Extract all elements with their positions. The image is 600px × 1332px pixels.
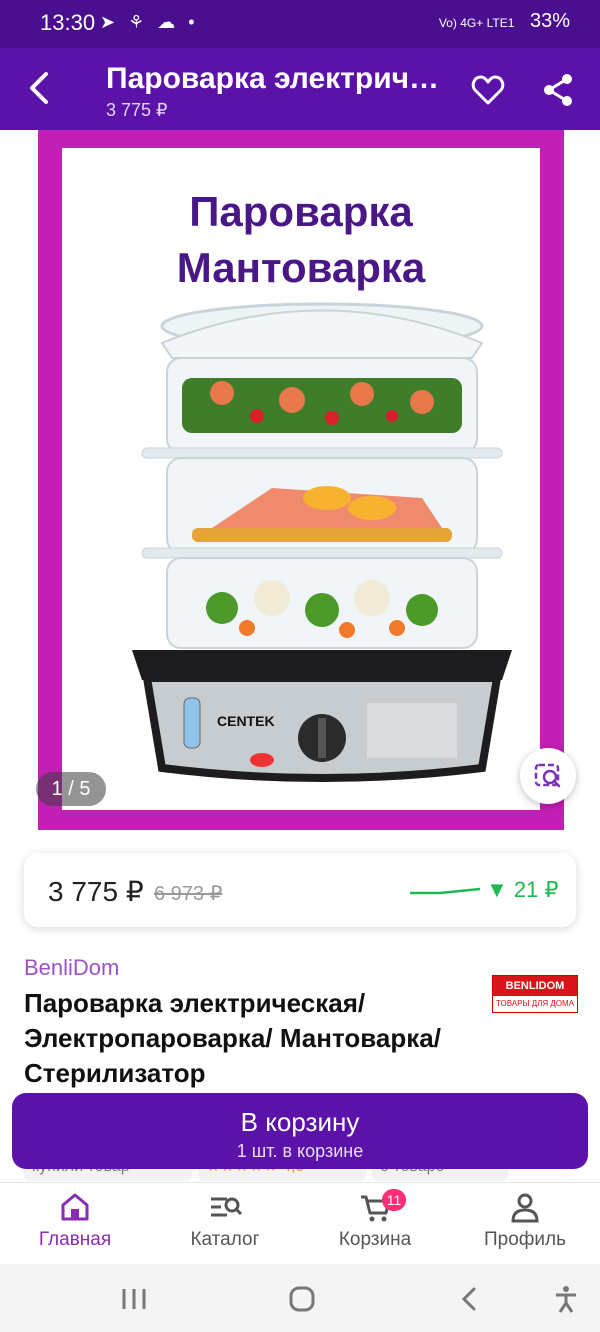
brand-link[interactable]: BenliDom [24,955,119,981]
product-title: Пароварка электрическая/ Электропароварк… [24,988,441,1088]
nav-profile-label: Профиль [483,1229,567,1250]
image-counter: 1 / 5 [36,772,106,806]
nav-home[interactable]: Главная [0,1183,150,1265]
price-trend-sparkline [410,887,480,895]
product-image[interactable]: Пароварка Мантоварка CENTEK [38,130,564,830]
battery-level: 33% [529,10,570,32]
nav-catalog[interactable]: Каталог [150,1183,300,1265]
image-search-icon [534,763,561,788]
back-arrow-icon [30,72,48,104]
nav-cart-label: Корзина [338,1229,412,1250]
nav-cart[interactable]: 11 Корзина [300,1183,450,1265]
notification-icons: ➤ ⚘ ☁ • [100,12,199,32]
status-right: Vo) 4G+ LTE1 33% [439,10,570,33]
cart-count-badge: 11 [382,1189,406,1211]
price-card[interactable]: 3 775 ₽ 6 973 ₽ ▼ 21 ₽ [24,853,576,927]
home-system-icon[interactable] [288,1285,316,1313]
system-navigation-bar [0,1264,600,1332]
share-button[interactable] [540,72,576,108]
product-gallery[interactable]: Пароварка Мантоварка CENTEK 1 / 5 [0,130,600,842]
add-to-cart-label: В корзину [240,1107,360,1137]
page-title: Пароварка электрич… [106,62,440,95]
status-time: 13:30 [40,10,96,35]
favorite-button[interactable] [470,72,506,108]
visual-search-button[interactable] [520,748,576,804]
header-price: 3 775 ₽ [106,100,168,120]
brand-logo[interactable]: BENLIDOM ТОВАРЫ ДЛЯ ДОМА [492,975,578,1013]
nav-home-label: Главная [38,1229,112,1250]
svg-text:CENTEK: CENTEK [217,713,275,729]
home-icon [61,1193,89,1221]
catalog-search-icon [211,1197,243,1217]
cart-quantity-text: 1 шт. в корзине [236,1141,364,1161]
back-button[interactable] [22,66,62,110]
nav-profile[interactable]: Профиль [450,1183,600,1265]
add-to-cart-button[interactable]: В корзину 1 шт. в корзине [12,1093,588,1169]
price-change: ▼ 21 ₽ [486,877,559,902]
bottom-navigation: Главная Каталог 11 Корзина Профиль [0,1182,600,1265]
share-icon [544,74,572,106]
back-system-icon[interactable] [456,1286,484,1312]
nav-catalog-label: Каталог [190,1229,260,1250]
brand-logo-tagline: ТОВАРЫ ДЛЯ ДОМА [495,999,575,1008]
accessibility-icon[interactable] [552,1284,580,1314]
steamer-illustration: CENTEK [132,302,512,782]
brand-logo-name: BENLIDOM [493,976,577,996]
old-price: 6 973 ₽ [154,883,223,905]
product-image-card: Пароварка Мантоварка CENTEK [62,148,540,810]
recent-apps-icon[interactable] [120,1286,148,1312]
app-header: Пароварка электрич… 3 775 ₽ [0,48,600,130]
image-title: Пароварка Мантоварка [176,188,426,291]
network-indicator: Vo) 4G+ LTE1 [438,16,515,30]
current-price: 3 775 ₽ [48,876,144,907]
heart-icon [471,75,505,105]
profile-icon [511,1193,539,1223]
status-bar: 13:30 ➤ ⚘ ☁ • Vo) 4G+ LTE1 33% [0,0,600,48]
